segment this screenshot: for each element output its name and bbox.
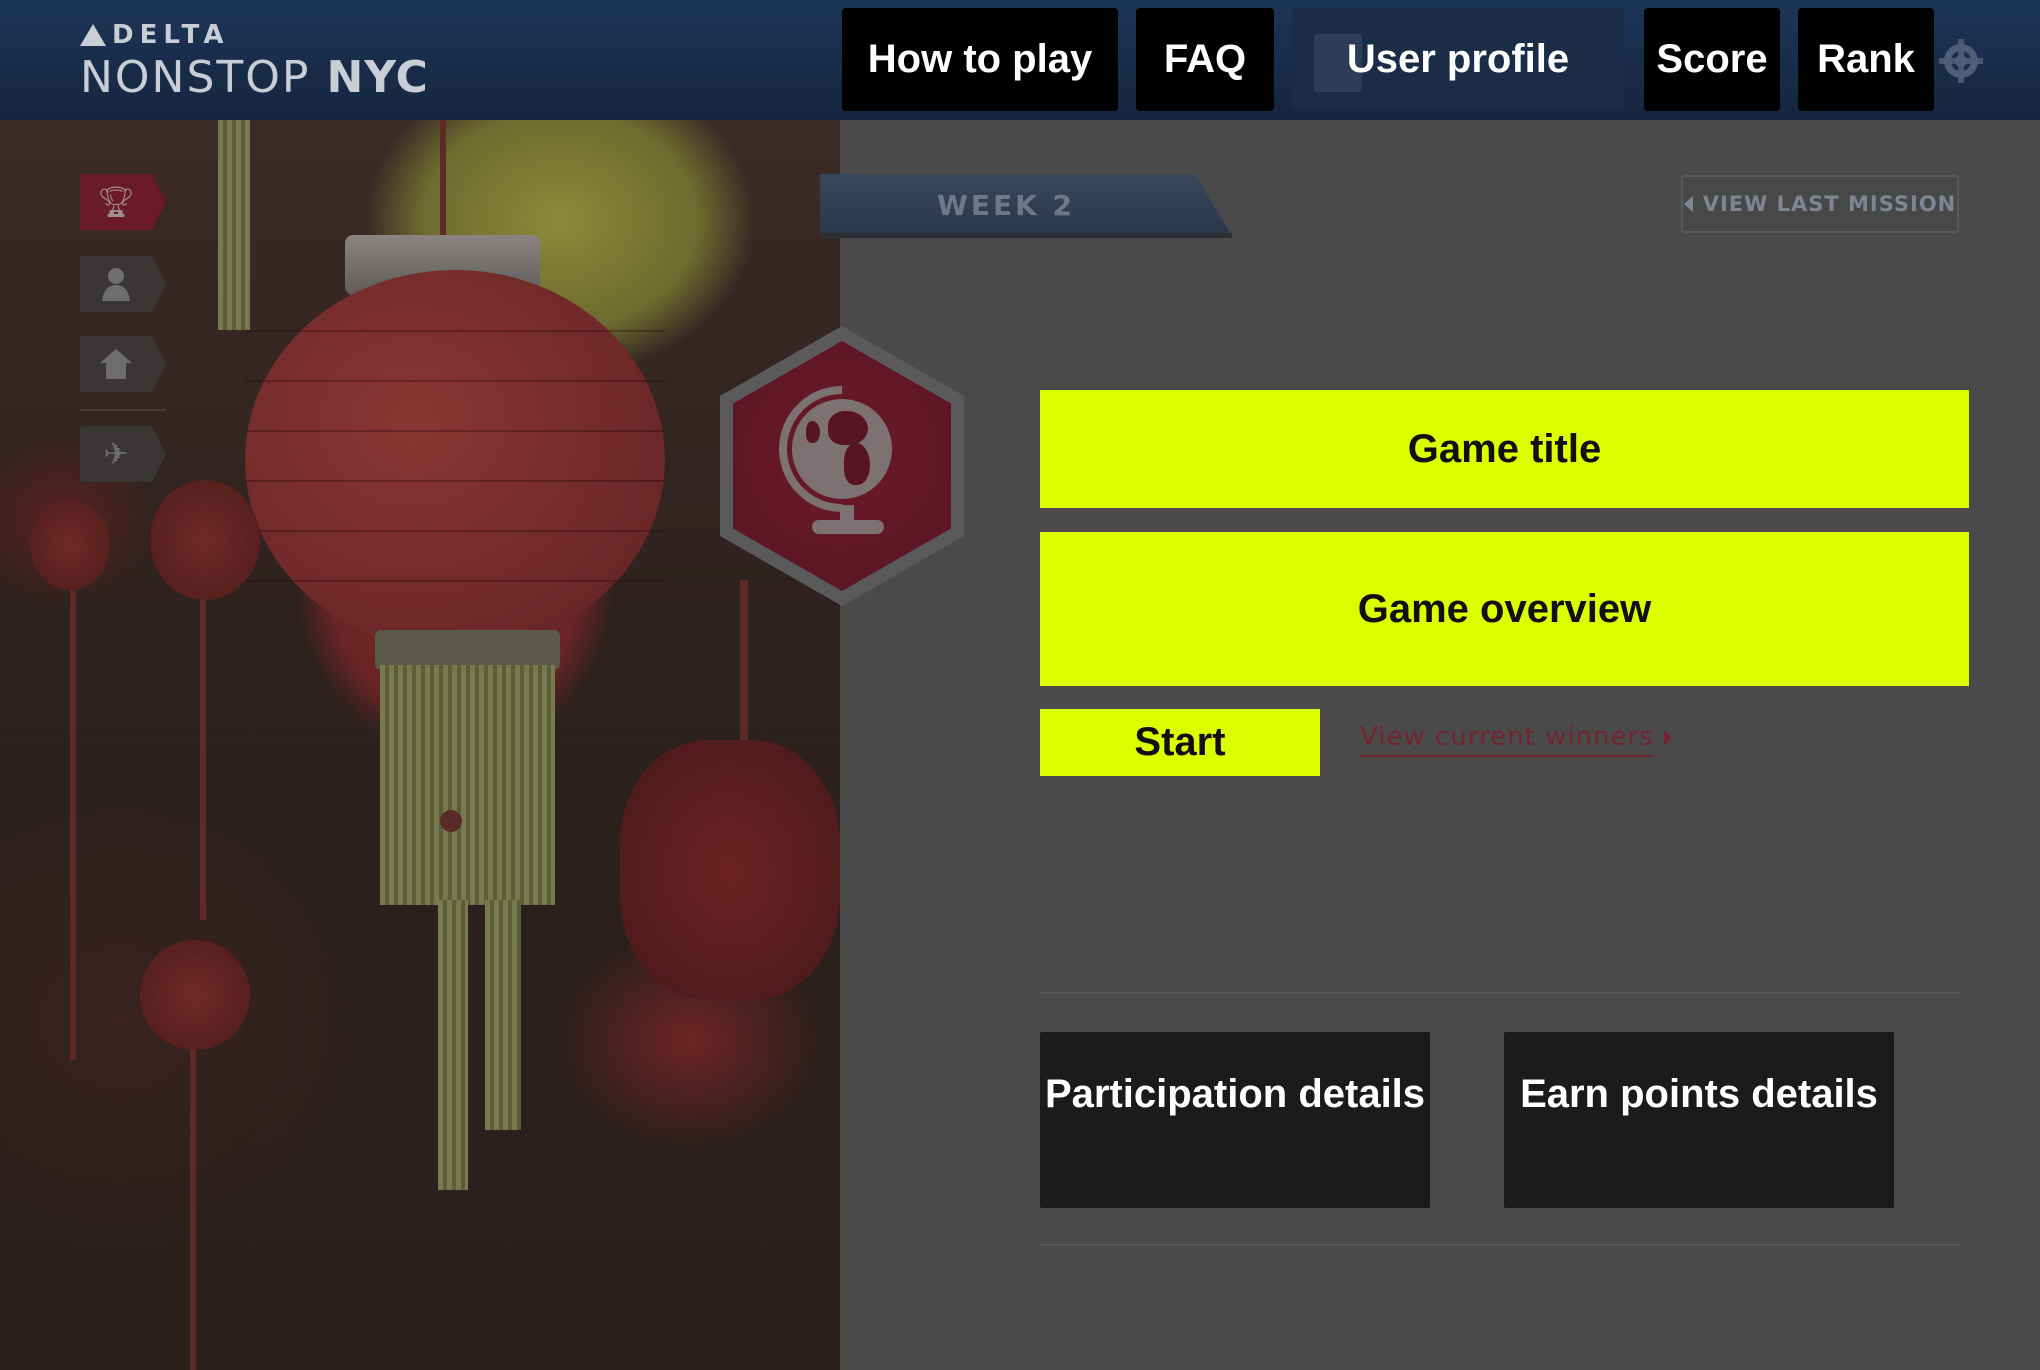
red-lantern (245, 270, 665, 650)
rank-button[interactable]: Rank (1798, 8, 1934, 111)
view-last-mission-button[interactable]: VIEW LAST MISSION (1681, 175, 1959, 233)
side-nav-home[interactable] (80, 336, 166, 392)
brand-top-text: DELTA (112, 20, 230, 50)
earn-points-details-text: Earn points details (1520, 1072, 1878, 1116)
home-icon (80, 336, 152, 392)
section-divider-bottom (1040, 1244, 1960, 1246)
side-nav-missions[interactable]: 🏆︎ (80, 174, 166, 230)
participation-details-text: Participation details (1044, 1072, 1426, 1116)
section-divider-top (1040, 992, 1960, 994)
earn-points-details-box: Earn points details (1504, 1032, 1894, 1208)
globe-icon (792, 399, 892, 499)
score-button[interactable]: Score (1644, 8, 1780, 111)
person-icon (80, 256, 152, 312)
top-header: DELTA NONSTOP NYC How to play FAQ User p… (0, 0, 2040, 120)
week-ribbon: WEEK 2 (820, 174, 1232, 236)
game-overview: Game overview (1040, 532, 1969, 686)
airplane-icon: ✈︎ (103, 437, 129, 471)
faq-button[interactable]: FAQ (1136, 8, 1274, 111)
how-to-play-button[interactable]: How to play (842, 8, 1118, 111)
side-nav-flights[interactable]: ✈︎ (80, 426, 166, 482)
brand-bottom-bold: NYC (326, 52, 429, 103)
start-button[interactable]: Start (1040, 709, 1320, 776)
caret-left-icon (1683, 196, 1693, 212)
side-nav-profile[interactable] (80, 256, 166, 312)
view-current-winners-link[interactable]: View current winners (1360, 722, 1672, 757)
delta-widget-icon (80, 24, 106, 46)
view-last-mission-label: VIEW LAST MISSION (1702, 192, 1957, 216)
participation-details-box: Participation details (1040, 1032, 1430, 1208)
trophy-icon: 🏆︎ (96, 185, 136, 219)
gear-icon[interactable] (1944, 44, 1978, 78)
game-title: Game title (1040, 390, 1969, 508)
side-nav-divider (80, 409, 166, 411)
week-label: WEEK 2 (936, 188, 1076, 222)
user-profile-button[interactable]: User profile (1292, 8, 1624, 111)
view-current-winners-label: View current winners (1360, 722, 1654, 757)
delta-nonstop-nyc-logo[interactable]: DELTA NONSTOP NYC (80, 20, 429, 103)
caret-right-icon (1663, 729, 1672, 746)
brand-bottom-light: NONSTOP (80, 52, 311, 103)
